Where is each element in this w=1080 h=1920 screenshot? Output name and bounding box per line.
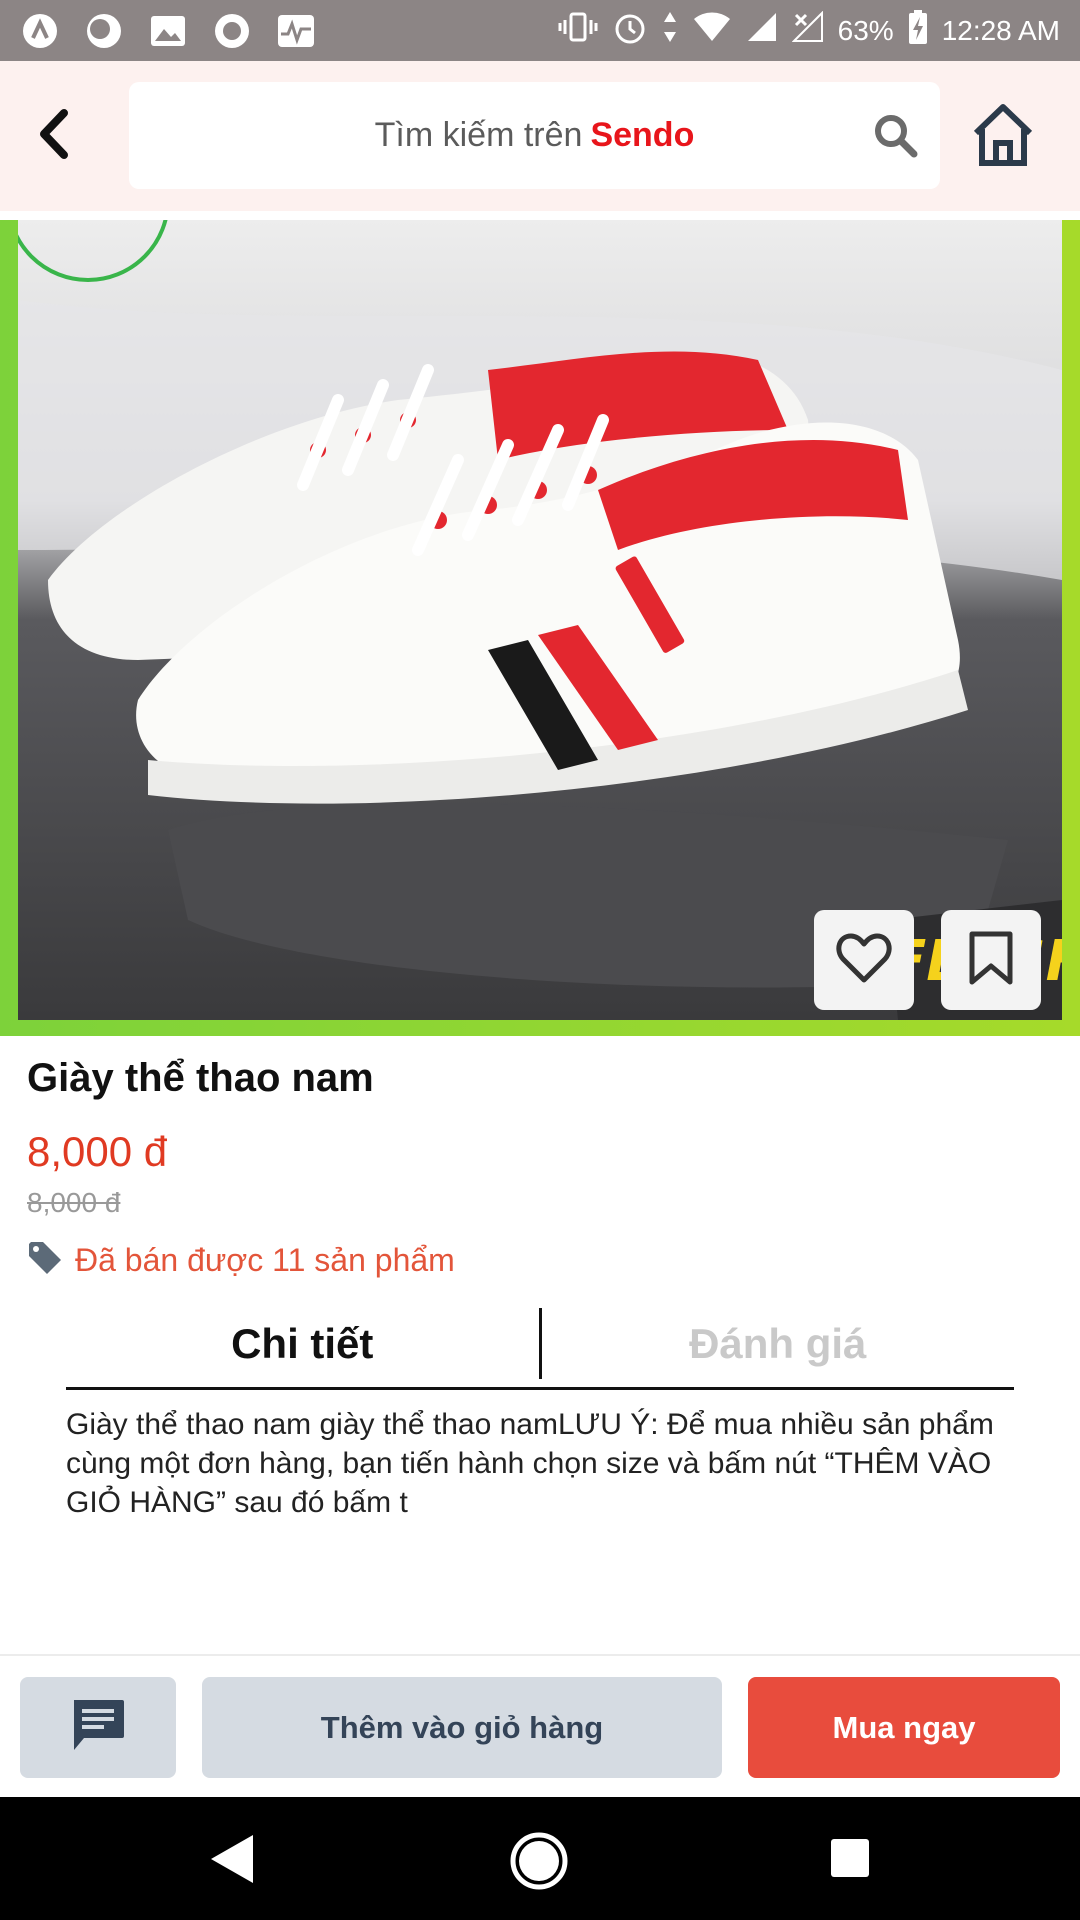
buy-now-button[interactable]: Mua ngay: [748, 1677, 1060, 1778]
product-old-price: 8,000 đ: [27, 1187, 121, 1218]
search-placeholder: Tìm kiếm trên: [374, 116, 583, 154]
vibrate-icon: [558, 12, 598, 49]
chevron-left-icon: [36, 108, 72, 164]
tab-details[interactable]: Chi tiết: [66, 1308, 542, 1379]
chat-button[interactable]: [20, 1677, 176, 1778]
bookmark-button[interactable]: [941, 910, 1041, 1010]
search-icon[interactable]: [872, 112, 918, 158]
battery-text: 63%: [837, 14, 894, 46]
tab-reviews[interactable]: Đánh giá: [542, 1300, 1015, 1387]
signal-icon: [746, 11, 778, 50]
favorite-button[interactable]: [814, 910, 914, 1010]
add-to-cart-button[interactable]: Thêm vào giỏ hàng: [202, 1677, 722, 1778]
sold-text: Đã bán được 11 sản phẩm: [75, 1242, 455, 1278]
battery-charging-icon: [908, 9, 928, 52]
sold-count: Đã bán được 11 sản phẩm: [27, 1240, 455, 1281]
wifi-icon: [692, 11, 732, 50]
chat-icon: [70, 1698, 126, 1757]
app-icon: [20, 11, 60, 51]
moon-icon: [84, 11, 124, 51]
nav-back-icon[interactable]: [207, 1833, 257, 1885]
screen: 63% 12:28 AM Tìm kiếm trên Sendo Giày th…: [0, 0, 1080, 1920]
action-bar: Thêm vào giỏ hàng Mua ngay: [0, 1654, 1080, 1797]
home-button[interactable]: [970, 101, 1036, 169]
home-icon: [970, 104, 1036, 173]
product-price: 8,000 đ: [27, 1128, 168, 1175]
product-image[interactable]: FLASH: [0, 220, 1080, 1036]
pulse-icon: [276, 11, 316, 51]
search-input[interactable]: Tìm kiếm trên Sendo: [129, 82, 940, 189]
product-photo: FLASH: [18, 220, 1062, 1020]
tag-icon: [27, 1240, 63, 1281]
alarm-icon: [612, 9, 648, 52]
heart-icon: [835, 932, 893, 989]
record-icon: [212, 11, 252, 51]
data-icon: [662, 10, 678, 51]
nav-recents-icon[interactable]: [831, 1839, 869, 1877]
status-bar: 63% 12:28 AM: [0, 0, 1080, 61]
clock-text: 12:28 AM: [941, 14, 1060, 46]
bookmark-icon: [968, 930, 1014, 991]
app-header: Tìm kiếm trên Sendo: [0, 61, 1080, 211]
signal-off-icon: [791, 10, 824, 50]
search-brand: Sendo: [590, 116, 695, 154]
product-title: Giày thể thao nam: [27, 1056, 374, 1100]
nav-home-icon[interactable]: [509, 1831, 569, 1891]
back-button[interactable]: [24, 106, 84, 166]
detail-tabs: Chi tiết Đánh giá: [66, 1300, 1014, 1390]
image-icon: [148, 11, 188, 51]
system-nav-bar: [0, 1797, 1080, 1920]
product-description: Giày thể thao nam giày thể thao namLƯU Ý…: [66, 1408, 994, 1519]
